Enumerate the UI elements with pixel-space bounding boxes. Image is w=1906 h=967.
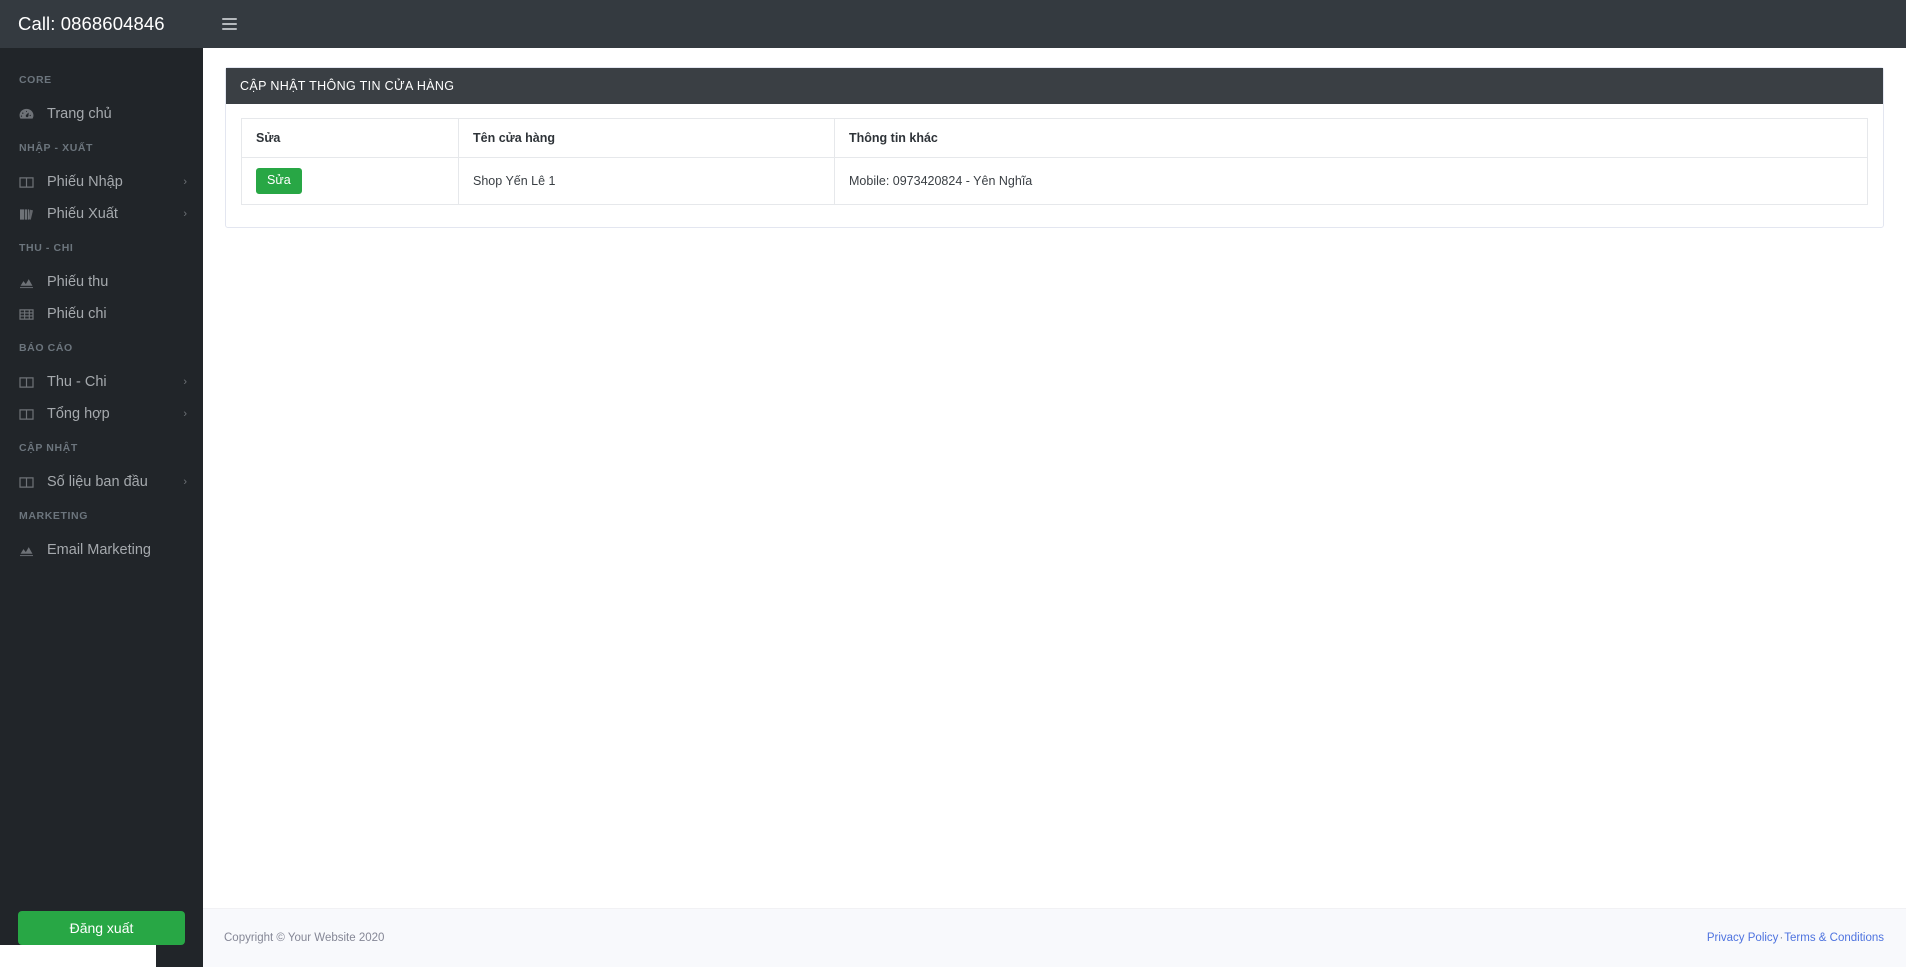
sidebar-heading-4: CẬP NHẬT [19, 442, 78, 454]
sidebar-item-label: Tổng hợp [47, 406, 110, 422]
sidebar-nav: CORE Trang chủ NHẬP - XUẤT Phiếu Nhập › Phiếu… [0, 48, 203, 911]
dashboard-icon [19, 107, 36, 121]
logout-button[interactable]: Đăng xuất [18, 911, 185, 945]
sidebar-item-label: Thu - Chi [47, 374, 107, 390]
chevron-right-icon: › [183, 475, 187, 488]
columns-icon [19, 475, 36, 489]
cell-edit: Sửa [241, 157, 459, 205]
main-area: CẬP NHẬT THÔNG TIN CỬA HÀNG Sửa Tên cửa … [203, 0, 1906, 967]
edit-button[interactable]: Sửa [256, 168, 302, 194]
sidebar-item-phi-u-thu[interactable]: Phiếu thu [0, 266, 203, 298]
table-row: Sửa Shop Yến Lê 1 Mobile: 0973420824 - Yên… [241, 157, 1868, 205]
footer: Copyright © Your Website 2020 Privacy Po… [203, 908, 1906, 967]
sidebar-heading-2: THU - CHI [19, 242, 74, 254]
columns-icon [19, 375, 36, 389]
app-root: Call: 0868604846 CORE Trang chủ NHẬP - XUẤ… [0, 0, 1906, 967]
sidebar-item-label: Phiếu Xuất [47, 206, 118, 222]
chevron-right-icon: › [183, 407, 187, 420]
hamburger-icon[interactable] [212, 9, 246, 39]
chart-area-icon [19, 275, 36, 289]
sidebar-item-email-marketing[interactable]: Email Marketing [0, 534, 203, 566]
status-overlay [0, 945, 156, 967]
sidebar-heading-5: MARKETING [19, 510, 88, 522]
footer-links: Privacy Policy·Terms & Conditions [1707, 932, 1884, 944]
book-icon [19, 207, 36, 221]
chart-area-icon [19, 543, 36, 557]
chevron-right-icon: › [183, 207, 187, 220]
store-table: Sửa Tên cửa hàng Thông tin khác Sửa Shop … [241, 118, 1868, 205]
column-header-other-info: Thông tin khác [834, 118, 1868, 158]
columns-icon [19, 407, 36, 421]
sidebar: Call: 0868604846 CORE Trang chủ NHẬP - XUẤ… [0, 0, 203, 967]
topbar [203, 0, 1906, 48]
sidebar-heading-1: NHẬP - XUẤT [19, 142, 94, 154]
column-header-edit: Sửa [241, 118, 459, 158]
store-info-card: CẬP NHẬT THÔNG TIN CỬA HÀNG Sửa Tên cửa … [225, 67, 1884, 228]
chevron-right-icon: › [183, 175, 187, 188]
sidebar-item-trang-ch[interactable]: Trang chủ [0, 98, 203, 130]
sidebar-item-label: Phiếu Nhập [47, 174, 123, 190]
sidebar-item-thu-chi[interactable]: Thu - Chi › [0, 366, 203, 398]
sidebar-item-label: Phiếu chi [47, 306, 107, 322]
content-area: CẬP NHẬT THÔNG TIN CỬA HÀNG Sửa Tên cửa … [203, 48, 1906, 908]
card-body: Sửa Tên cửa hàng Thông tin khác Sửa Shop … [226, 104, 1883, 227]
sidebar-item-t-ng-h-p[interactable]: Tổng hợp › [0, 398, 203, 430]
sidebar-brand-label: Call: 0868604846 [18, 13, 165, 34]
sidebar-item-label: Phiếu thu [47, 274, 109, 290]
privacy-policy-link[interactable]: Privacy Policy [1707, 932, 1779, 944]
sidebar-item-phi-u-xu-t[interactable]: Phiếu Xuất › [0, 198, 203, 230]
sidebar-item-s-li-u-ban-u[interactable]: Số liệu ban đầu › [0, 466, 203, 498]
table-head: Sửa Tên cửa hàng Thông tin khác [241, 118, 1868, 158]
sidebar-heading-3: BÁO CÁO [19, 342, 73, 354]
table-header-row: Sửa Tên cửa hàng Thông tin khác [241, 118, 1868, 158]
sidebar-item-label: Email Marketing [47, 542, 151, 558]
sidebar-item-label: Trang chủ [47, 106, 112, 122]
columns-icon [19, 175, 36, 189]
sidebar-item-phi-u-nh-p[interactable]: Phiếu Nhập › [0, 166, 203, 198]
table-body: Sửa Shop Yến Lê 1 Mobile: 0973420824 - Yên… [241, 157, 1868, 205]
cell-store-name: Shop Yến Lê 1 [458, 157, 835, 205]
sidebar-heading-0: CORE [19, 74, 52, 86]
sidebar-brand[interactable]: Call: 0868604846 [0, 0, 203, 48]
card-title: CẬP NHẬT THÔNG TIN CỬA HÀNG [226, 68, 1883, 104]
footer-copyright: Copyright © Your Website 2020 [224, 932, 385, 944]
table-icon [19, 307, 36, 321]
terms-conditions-link[interactable]: Terms & Conditions [1784, 932, 1884, 944]
sidebar-item-phi-u-chi[interactable]: Phiếu chi [0, 298, 203, 330]
column-header-store-name: Tên cửa hàng [458, 118, 835, 158]
sidebar-item-label: Số liệu ban đầu [47, 474, 148, 490]
chevron-right-icon: › [183, 375, 187, 388]
cell-other-info: Mobile: 0973420824 - Yên Nghĩa [834, 157, 1868, 205]
